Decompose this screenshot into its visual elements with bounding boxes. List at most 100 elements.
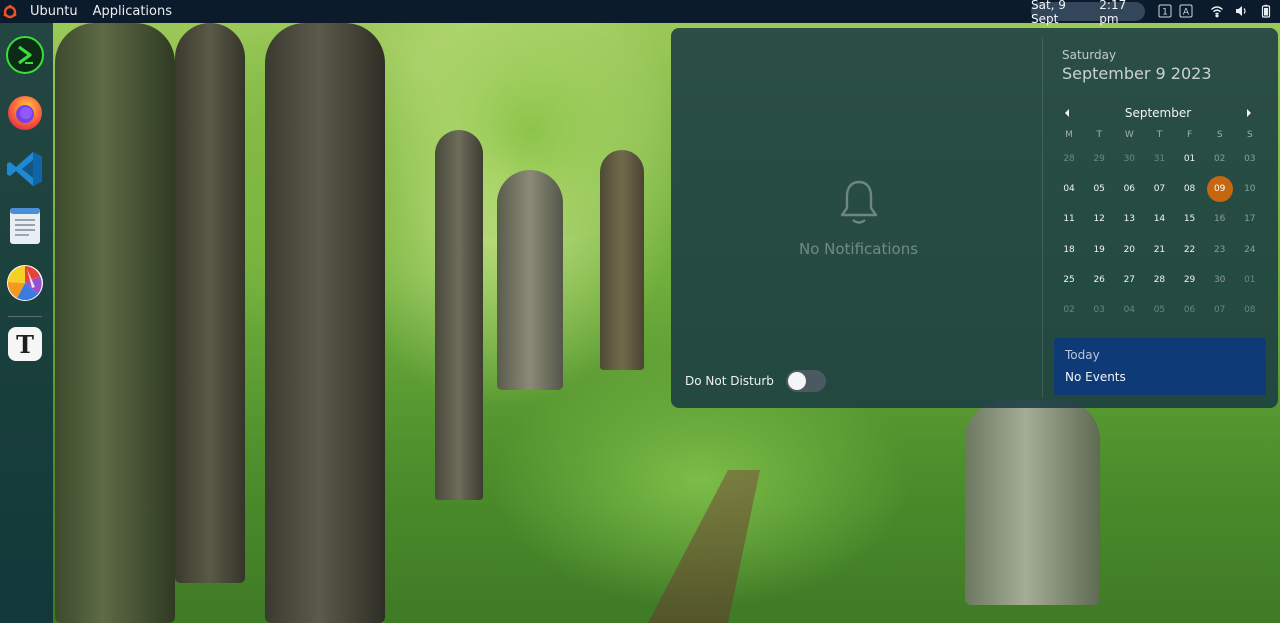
calendar-weekday[interactable]: Saturday [1062,48,1116,62]
workspace-indicator-icon[interactable]: 1 [1158,4,1172,18]
calendar-day-number: 07 [1213,305,1226,316]
battery-icon[interactable] [1259,4,1273,18]
calendar-day-today[interactable]: 09 [1205,176,1235,203]
calendar-day[interactable]: 17 [1235,214,1265,224]
calendar-day[interactable]: 02 [1054,305,1084,315]
calendar-day[interactable]: 27 [1114,275,1144,285]
calendar-day[interactable]: 18 [1054,245,1084,255]
calendar-day-number: 25 [1063,274,1075,285]
calendar-day[interactable]: 13 [1114,214,1144,224]
calendar-day-number: 02 [1213,154,1226,165]
calendar-day[interactable]: 02 [1205,154,1235,164]
calendar-day[interactable]: 19 [1084,245,1114,255]
ubuntu-menu[interactable]: Ubuntu [30,4,78,19]
calendar-day-number: 16 [1213,214,1226,225]
calendar-day-number: 07 [1153,184,1166,195]
firefox-app[interactable] [5,92,45,132]
calendar-day[interactable]: 24 [1235,245,1265,255]
typora-app[interactable]: T [5,324,45,364]
events-section[interactable]: Today No Events [1054,338,1266,395]
calendar-day[interactable]: 15 [1175,214,1205,224]
wifi-icon[interactable] [1210,4,1224,18]
calendar-day-number: 22 [1183,244,1196,255]
calendar-day[interactable]: 05 [1144,305,1174,315]
calendar-day[interactable]: 29 [1175,275,1205,285]
input-source-icon[interactable]: A [1179,4,1193,18]
calendar-day[interactable]: 01 [1235,275,1265,285]
calendar-day-number: 28 [1063,154,1075,165]
volume-icon[interactable] [1234,4,1248,18]
calendar-day[interactable]: 30 [1114,154,1144,164]
calendar-day[interactable]: 01 [1175,154,1205,164]
calendar-day[interactable]: 31 [1144,154,1174,164]
calendar-day-number: 15 [1183,214,1196,225]
calendar-day[interactable]: 23 [1205,245,1235,255]
calendar-month-nav: September [1059,104,1257,122]
calendar-day-number: 11 [1063,214,1075,225]
wallpaper-tree [497,170,563,390]
terminal-app[interactable] [5,35,45,75]
calendar-day[interactable]: 21 [1144,245,1174,255]
calendar-day[interactable]: 11 [1054,214,1084,224]
calendar-week-row: 18 19 20 21 22 23 24 [1054,235,1265,265]
calendar-day[interactable]: 25 [1054,275,1084,285]
calendar-day[interactable]: 16 [1205,214,1235,224]
calendar-day[interactable]: 07 [1144,184,1174,194]
calendar-day[interactable]: 22 [1175,245,1205,255]
do-not-disturb-toggle[interactable] [785,370,826,392]
calendar-day[interactable]: 05 [1084,184,1114,194]
calendar-day[interactable]: 26 [1084,275,1114,285]
calendar-day-number: 29 [1183,274,1196,285]
calendar-day[interactable]: 03 [1084,305,1114,315]
calendar-day[interactable]: 14 [1144,214,1174,224]
calendar-day[interactable]: 06 [1114,184,1144,194]
notifications-empty-state: No Notifications [761,178,956,258]
calendar-day-number: 14 [1153,214,1166,225]
calendar-day-number: 06 [1183,305,1196,316]
calendar-day[interactable]: 07 [1205,305,1235,315]
calendar-day[interactable]: 04 [1054,184,1084,194]
wallpaper-tree [435,130,483,500]
color-picker-app[interactable] [5,263,45,303]
calendar-day[interactable]: 10 [1235,184,1265,194]
document-icon [10,208,40,244]
calendar-grid: M T W T F S S 28 29 30 31 01 02 03 04 05 06 07 08 09 10 11 12 1… [1054,126,1265,325]
ubuntu-logo-icon[interactable] [2,4,18,20]
calendar-day[interactable]: 28 [1054,154,1084,164]
typora-glyph: T [16,330,34,359]
calendar-day[interactable]: 08 [1235,305,1265,315]
calendar-day[interactable]: 08 [1175,184,1205,194]
applications-menu[interactable]: Applications [93,4,172,19]
calendar-day[interactable]: 29 [1084,154,1114,164]
calendar-day-number: 18 [1063,244,1075,255]
calendar-full-date[interactable]: September 9 2023 [1062,64,1212,83]
calendar-day[interactable]: 06 [1175,305,1205,315]
calendar-day[interactable]: 03 [1235,154,1265,164]
dock: T [0,23,53,623]
next-month-button[interactable] [1241,105,1257,121]
top-bar: Ubuntu Applications Sat, 9 Sept 2:17 pm … [0,0,1280,26]
calendar-day[interactable]: 30 [1205,275,1235,285]
no-events-label: No Events [1065,370,1126,384]
vscode-app[interactable] [5,149,45,189]
events-title: Today [1065,348,1100,362]
calendar-day-number: 13 [1123,214,1136,225]
previous-month-button[interactable] [1059,105,1075,121]
clock-time: 2:17 pm [1099,0,1127,26]
calendar-day[interactable]: 20 [1114,245,1144,255]
firefox-icon [8,96,42,130]
calendar-week-row: 28 29 30 31 01 02 03 [1054,144,1265,174]
clock-button[interactable]: Sat, 9 Sept 2:17 pm [1031,0,1145,26]
text-editor-app[interactable] [5,206,45,246]
wallpaper-tree [965,400,1100,605]
calendar-day[interactable]: 28 [1144,275,1174,285]
calendar-day-number: 08 [1244,305,1256,316]
calendar-weekday-header: S [1216,130,1223,140]
do-not-disturb-label: Do Not Disturb [685,374,774,388]
wallpaper-tree [265,23,385,623]
calendar-day-number: 09 [1206,176,1233,203]
calendar-day[interactable]: 04 [1114,305,1144,315]
color-wheel-icon [7,265,43,301]
calendar-day[interactable]: 12 [1084,214,1114,224]
calendar-week-row: 02 03 04 05 06 07 08 [1054,295,1265,325]
